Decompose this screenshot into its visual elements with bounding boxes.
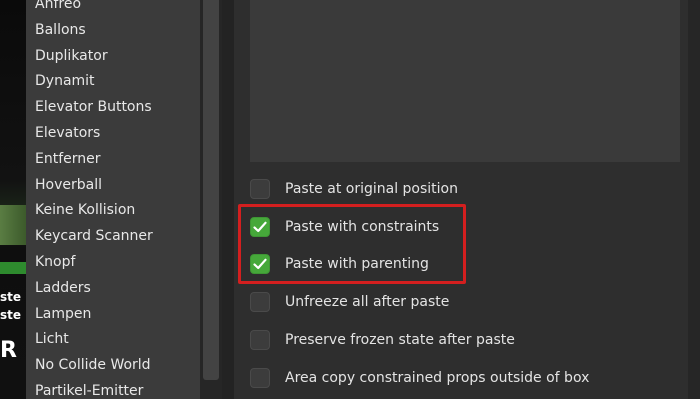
checkmark-icon xyxy=(253,221,267,233)
panel-divider xyxy=(222,0,234,399)
tool-list-item[interactable]: Hoverball xyxy=(26,173,200,199)
tool-list-item[interactable]: No Collide World xyxy=(26,353,200,379)
option-label: Paste with constraints xyxy=(285,219,440,235)
tool-list-item[interactable]: Elevator Buttons xyxy=(26,95,200,121)
checkbox-checked[interactable] xyxy=(250,217,270,237)
tool-list-item[interactable]: Licht xyxy=(26,327,200,353)
tool-list: Anfreo Ballons Duplikator Dynamit Elevat… xyxy=(26,0,200,399)
checkbox[interactable] xyxy=(250,330,270,350)
option-label: Area copy constrained props outside of b… xyxy=(285,370,590,386)
game-scenery-patch xyxy=(0,205,26,245)
scrollbar-thumb[interactable] xyxy=(203,0,219,380)
option-paste-original-position[interactable]: Paste at original position xyxy=(250,176,458,202)
option-paste-with-parenting[interactable]: Paste with parenting xyxy=(250,251,429,277)
option-unfreeze-after-paste[interactable]: Unfreeze all after paste xyxy=(250,289,449,315)
game-overlay-text: R xyxy=(0,338,17,363)
checkbox[interactable] xyxy=(250,179,270,199)
game-world-background: ste ste R xyxy=(0,0,26,399)
checkbox[interactable] xyxy=(250,368,270,388)
tool-list-item[interactable]: Anfreo xyxy=(26,0,200,18)
checkbox-checked[interactable] xyxy=(250,254,270,274)
duplicator-tool-screen: ste ste R Anfreo Ballons Duplikator Dyna… xyxy=(0,0,700,399)
option-paste-with-constraints[interactable]: Paste with constraints xyxy=(250,214,439,240)
checkmark-icon xyxy=(253,258,267,270)
option-area-copy-constrained[interactable]: Area copy constrained props outside of b… xyxy=(250,365,589,391)
tool-list-item[interactable]: Elevators xyxy=(26,121,200,147)
game-scenery-strip xyxy=(0,262,26,274)
game-overlay-text: ste xyxy=(0,308,22,322)
game-overlay-text: ste xyxy=(0,290,22,304)
option-label: Paste with parenting xyxy=(285,256,429,272)
preview-area xyxy=(250,0,680,162)
tool-list-item[interactable]: Partikel-Emitter xyxy=(26,379,200,399)
tool-list-item[interactable]: Keine Kollision xyxy=(26,198,200,224)
tool-list-item[interactable]: Dynamit xyxy=(26,69,200,95)
option-label: Paste at original position xyxy=(285,181,458,197)
settings-panel: Paste at original position Paste with co… xyxy=(234,0,700,399)
tool-list-item[interactable]: Ballons xyxy=(26,18,200,44)
tool-list-item[interactable]: Entferner xyxy=(26,147,200,173)
panel-scrollbar-track xyxy=(688,0,700,399)
tool-list-item[interactable]: Ladders xyxy=(26,276,200,302)
tool-list-item[interactable]: Knopf xyxy=(26,250,200,276)
option-label: Unfreeze all after paste xyxy=(285,294,450,310)
tool-list-scrollbar[interactable] xyxy=(200,0,222,399)
tool-list-item[interactable]: Duplikator xyxy=(26,44,200,70)
checkbox[interactable] xyxy=(250,292,270,312)
option-label: Preserve frozen state after paste xyxy=(285,332,515,348)
tool-list-item[interactable]: Lampen xyxy=(26,302,200,328)
option-preserve-frozen-state[interactable]: Preserve frozen state after paste xyxy=(250,327,515,353)
tool-list-item[interactable]: Keycard Scanner xyxy=(26,224,200,250)
